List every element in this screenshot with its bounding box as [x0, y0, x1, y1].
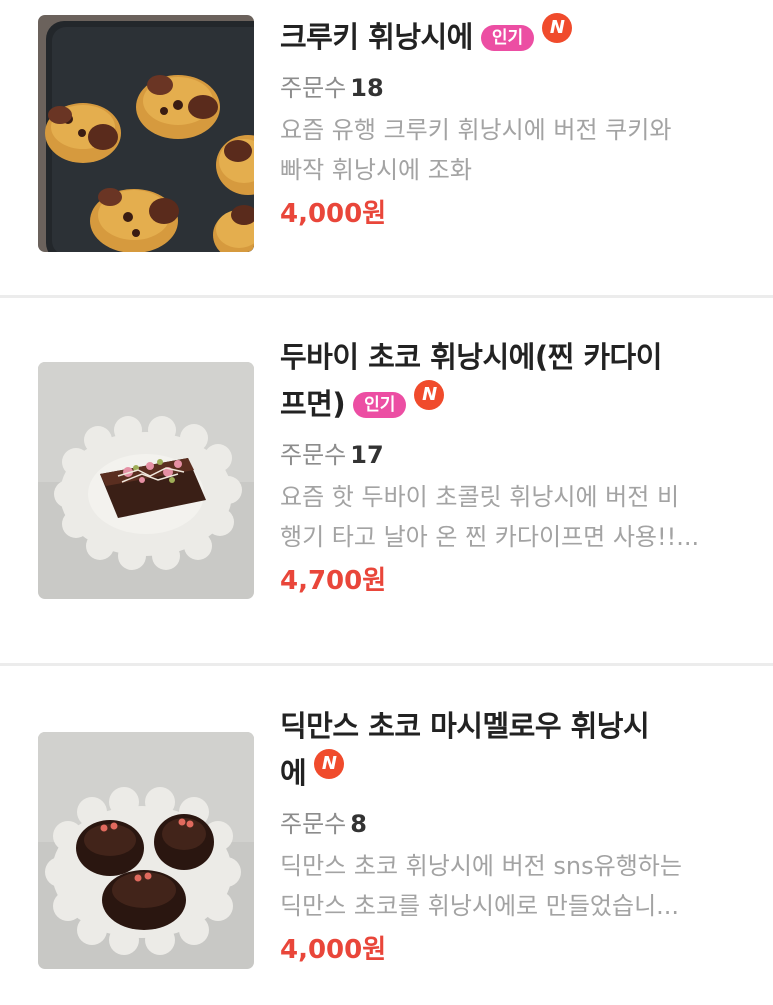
new-badge-icon: N — [314, 749, 345, 779]
popular-badge: 인기 — [353, 392, 407, 418]
product-image-crookie[interactable] — [38, 15, 254, 252]
product-title-text: 크루키 휘낭시에 — [280, 20, 473, 54]
product-title-text: 두바이 초코 휘낭시에(찐 카다이 — [280, 340, 662, 374]
product-title-text: 딕만스 초코 마시멜로우 휘낭시 — [280, 709, 650, 743]
product-price: 4,700원 — [280, 566, 387, 596]
product-title[interactable]: 딕만스 초코 마시멜로우 휘낭시에 N — [280, 703, 750, 796]
new-badge-icon: N — [542, 13, 573, 43]
order-count: 주문수 18 — [280, 70, 750, 106]
order-count-value: 8 — [350, 810, 367, 838]
order-count: 주문수 17 — [280, 437, 750, 473]
divider — [0, 663, 773, 666]
product-description: 요즘 유행 크루키 휘낭시에 버전 쿠키와 빠작 휘낭시에 조화 — [280, 110, 730, 190]
product-price: 4,000원 — [280, 935, 387, 965]
new-badge-label: N — [321, 753, 337, 774]
product-description-line: 요즘 유행 크루키 휘낭시에 버전 쿠키와 — [280, 116, 672, 144]
popular-badge: 인기 — [480, 25, 535, 51]
new-badge-label: N — [549, 17, 565, 38]
new-badge-label: N — [422, 384, 437, 405]
product-description-line: 딕만스 초코 휘낭시에 버전 sns유행하는 — [280, 852, 682, 880]
product-description: 요즘 핫 두바이 초콜릿 휘낭시에 버전 비 행기 타고 날아 온 찐 카다이프… — [280, 477, 730, 557]
order-count-label: 주문수 — [280, 810, 347, 838]
new-badge-icon: N — [414, 380, 445, 410]
product-title-text: 프면) — [280, 387, 346, 421]
product-image-dickmann-choco[interactable] — [38, 732, 254, 969]
product-price: 4,000원 — [280, 199, 387, 229]
divider — [0, 295, 773, 298]
product-description-line: 요즘 핫 두바이 초콜릿 휘낭시에 버전 비 — [280, 483, 680, 511]
order-count-value: 17 — [350, 441, 384, 469]
order-count: 주문수 8 — [280, 806, 750, 842]
product-description: 딕만스 초코 휘낭시에 버전 sns유행하는 딕만스 초코를 휘낭시에로 만들었… — [280, 846, 730, 926]
product-description-line: 빠작 휘낭시에 조화 — [280, 156, 472, 184]
order-count-value: 18 — [350, 74, 384, 102]
product-title[interactable]: 크루키 휘낭시에 인기 N — [280, 13, 750, 60]
product-description-line: 딕만스 초코를 휘낭시에로 만들었습니... — [280, 892, 680, 920]
product-image-dubai-choco[interactable] — [38, 362, 254, 599]
product-description-line: 행기 타고 날아 온 찐 카다이프면 사용!!... — [280, 523, 700, 551]
product-title-text: 에 — [280, 756, 307, 790]
product-list: 크루키 휘낭시에 인기 N 주문수 18 요즘 유행 크루키 휘낭시에 버전 쿠키와 … — [0, 0, 773, 1005]
order-count-label: 주문수 — [280, 74, 347, 102]
product-title[interactable]: 두바이 초코 휘낭시에(찐 카다이프면) 인기 N — [280, 334, 750, 427]
order-count-label: 주문수 — [280, 441, 347, 469]
